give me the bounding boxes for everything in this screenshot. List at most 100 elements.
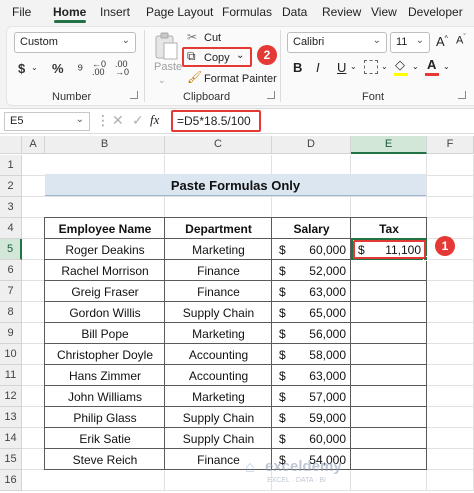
tab-review[interactable]: Review [322, 5, 361, 19]
cell-salary: 60,000 [309, 432, 346, 446]
percent-style-button[interactable]: % [52, 61, 64, 76]
row-header-9[interactable]: 9 [0, 323, 22, 344]
row-header-5[interactable]: 5 [0, 239, 22, 260]
table-border [45, 343, 427, 344]
chevron-down-icon[interactable]: ⌄ [158, 75, 166, 86]
decrease-font-size-icon[interactable]: Aˇ [456, 34, 466, 47]
tab-file[interactable]: File [12, 5, 31, 19]
cancel-icon[interactable]: ✕ [112, 112, 124, 129]
chevron-down-icon[interactable]: ⌄ [31, 63, 38, 72]
dialog-launcher-icon[interactable] [130, 91, 138, 99]
table-border [44, 217, 45, 470]
cell-employee-name: Roger Deakins [65, 243, 145, 257]
comma-style-icon[interactable]: ⁹ [77, 61, 83, 78]
chevron-down-icon: ⌄ [121, 35, 130, 46]
row-header-14[interactable]: 14 [0, 428, 22, 449]
chevron-down-icon[interactable]: ⌄ [443, 62, 450, 71]
column-header-d[interactable]: D [272, 136, 351, 154]
dialog-launcher-icon[interactable] [458, 91, 466, 99]
increase-decimal-icon[interactable]: ←0.00 [92, 60, 106, 77]
cell-employee-name: Rachel Morrison [61, 264, 149, 278]
format-painter-button[interactable]: Format Painter [204, 73, 277, 85]
column-header-a[interactable]: A [22, 136, 45, 154]
row-header-13[interactable]: 13 [0, 407, 22, 428]
row-header-4[interactable]: 4 [0, 218, 22, 239]
tab-developer[interactable]: Developer [408, 5, 463, 19]
copy-icon: ⧉ [187, 49, 196, 63]
column-header-e[interactable]: E [351, 136, 427, 154]
cut-button[interactable]: Cut [204, 32, 221, 44]
tab-view[interactable]: View [371, 5, 397, 19]
row-header-1[interactable]: 1 [0, 155, 22, 176]
cell-employee-name: Gordon Willis [69, 306, 141, 320]
table-border [45, 448, 427, 449]
tab-home[interactable]: Home [53, 5, 86, 19]
cell-department: Accounting [188, 348, 249, 362]
decrease-decimal-icon[interactable]: .00 →0 [115, 60, 129, 77]
chevron-down-icon[interactable]: ⌄ [350, 62, 357, 71]
table-border [45, 280, 427, 281]
tab-formulas[interactable]: Formulas [222, 5, 272, 19]
fill-color-icon[interactable]: ◇ [395, 57, 405, 73]
chevron-down-icon[interactable]: ⌄ [412, 62, 419, 71]
number-format-dropdown[interactable]: Custom ⌄ [14, 32, 136, 53]
insert-function-button[interactable]: fx [150, 112, 159, 128]
row-header-8[interactable]: 8 [0, 302, 22, 323]
underline-button[interactable]: U [337, 60, 346, 75]
row-header-15[interactable]: 15 [0, 449, 22, 470]
tab-insert[interactable]: Insert [100, 5, 130, 19]
increase-font-size-icon[interactable]: A^ [436, 34, 448, 49]
dialog-launcher-icon[interactable] [267, 91, 275, 99]
font-color-swatch [425, 73, 439, 76]
number-format-value: Custom [20, 36, 58, 48]
name-box[interactable]: E5 ⌄ [4, 112, 90, 131]
paste-icon[interactable] [152, 32, 180, 62]
select-all-corner[interactable] [0, 136, 22, 154]
row-header-7[interactable]: 7 [0, 281, 22, 302]
table-border [45, 469, 427, 470]
table-border [45, 301, 427, 302]
tab-page-layout[interactable]: Page Layout [146, 5, 213, 19]
header-employee-name: Employee Name [58, 222, 152, 236]
cell-salary: 58,000 [309, 348, 346, 362]
column-header-c[interactable]: C [165, 136, 272, 154]
borders-icon[interactable] [364, 60, 378, 74]
header-tax: Tax [379, 222, 399, 236]
font-size-dropdown[interactable]: 11 ⌄ [390, 32, 430, 53]
row-header-10[interactable]: 10 [0, 344, 22, 365]
tab-data[interactable]: Data [282, 5, 307, 19]
column-header-b[interactable]: B [45, 136, 165, 154]
formula-input[interactable]: =D5*18.5/100 [177, 114, 251, 128]
font-color-icon[interactable]: A [427, 57, 436, 72]
cell-department: Supply Chain [182, 411, 255, 425]
cell-employee-name: John Williams [67, 390, 142, 404]
row-header-6[interactable]: 6 [0, 260, 22, 281]
gridline [22, 196, 474, 197]
paste-button-label[interactable]: Paste [154, 61, 182, 73]
sheet-title: Paste Formulas Only [170, 178, 301, 193]
column-header-f[interactable]: F [427, 136, 474, 154]
chevron-down-icon[interactable]: ⌄ [381, 62, 388, 71]
chevron-down-icon: ⌄ [415, 35, 424, 46]
cell-employee-name: Philip Glass [73, 411, 137, 425]
font-name-dropdown[interactable]: Calibri ⌄ [287, 32, 387, 53]
row-header-11[interactable]: 11 [0, 365, 22, 386]
cell-salary: 52,000 [309, 264, 346, 278]
format-painter-icon: 🖌 [187, 70, 203, 84]
row-header-12[interactable]: 12 [0, 386, 22, 407]
currency-format-button[interactable]: $ [18, 61, 25, 76]
cell-salary: 63,000 [309, 285, 346, 299]
bold-button[interactable]: B [293, 60, 302, 75]
cell-employee-name: Erik Satie [79, 432, 131, 446]
callout-badge-tax: 1 [435, 236, 455, 256]
row-header-16[interactable]: 16 [0, 470, 22, 491]
chevron-down-icon[interactable]: ⌄ [236, 50, 244, 61]
cell-department: Finance [197, 264, 240, 278]
row-header-3[interactable]: 3 [0, 197, 22, 218]
enter-check-icon[interactable]: ✓ [132, 112, 144, 129]
watermark-text: exceldemy [265, 458, 342, 475]
cell-department: Marketing [192, 243, 245, 257]
copy-button[interactable]: Copy [204, 52, 230, 64]
italic-button[interactable]: I [316, 60, 320, 75]
row-header-2[interactable]: 2 [0, 176, 22, 197]
